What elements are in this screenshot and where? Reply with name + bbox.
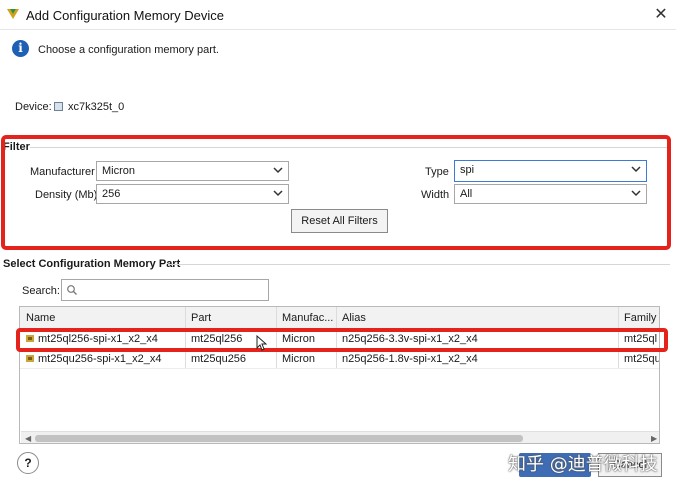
select-part-section-title: Select Configuration Memory Part (3, 258, 181, 270)
column-header-name[interactable]: Name (26, 312, 55, 324)
device-value: xc7k325t_0 (68, 101, 125, 113)
horizontal-scrollbar[interactable]: ◀ ▶ (21, 431, 659, 443)
help-button[interactable]: ? (17, 452, 39, 474)
dialog-header (0, 30, 676, 88)
header-description: Choose a configuration memory part. (38, 44, 219, 56)
table-row[interactable]: mt25qu256-spi-x1_x2_x4 mt25qu256 Micron … (20, 349, 660, 369)
window-title: Add Configuration Memory Device (26, 8, 224, 23)
scroll-right-arrow-icon[interactable]: ▶ (651, 434, 657, 443)
search-input[interactable] (61, 279, 269, 301)
mouse-cursor-icon (256, 335, 267, 351)
memory-chip-icon (26, 355, 34, 362)
column-header-alias[interactable]: Alias (342, 312, 366, 324)
search-label: Search: (22, 285, 60, 297)
device-chip-icon (54, 102, 63, 111)
row-manufacturer: Micron (282, 353, 316, 365)
row-part: mt25qu256 (191, 353, 247, 365)
row-alias: n25q256-1.8v-spi-x1_x2_x4 (342, 353, 478, 365)
watermark: 知乎 @迪普微科技 (508, 454, 658, 475)
row-highlight-annotation (16, 328, 668, 352)
column-header-manufacturer[interactable]: Manufac... (282, 312, 333, 324)
table-header: Name Part Manufac... Alias Family (20, 307, 659, 329)
device-label: Device: (15, 101, 52, 113)
scroll-left-arrow-icon[interactable]: ◀ (25, 434, 31, 443)
filter-highlight-annotation (1, 135, 671, 250)
column-header-part[interactable]: Part (191, 312, 211, 324)
row-name: mt25qu256-spi-x1_x2_x4 (38, 353, 162, 365)
row-family: mt25qu (624, 353, 660, 365)
select-part-divider (168, 264, 670, 265)
info-icon: i (12, 40, 29, 57)
search-icon (67, 285, 77, 295)
close-icon[interactable]: ✕ (650, 4, 672, 26)
memory-part-table[interactable]: Name Part Manufac... Alias Family mt25ql… (19, 306, 660, 444)
scrollbar-thumb[interactable] (35, 435, 523, 442)
vivado-logo-icon (7, 9, 19, 19)
column-header-family[interactable]: Family (624, 312, 656, 324)
